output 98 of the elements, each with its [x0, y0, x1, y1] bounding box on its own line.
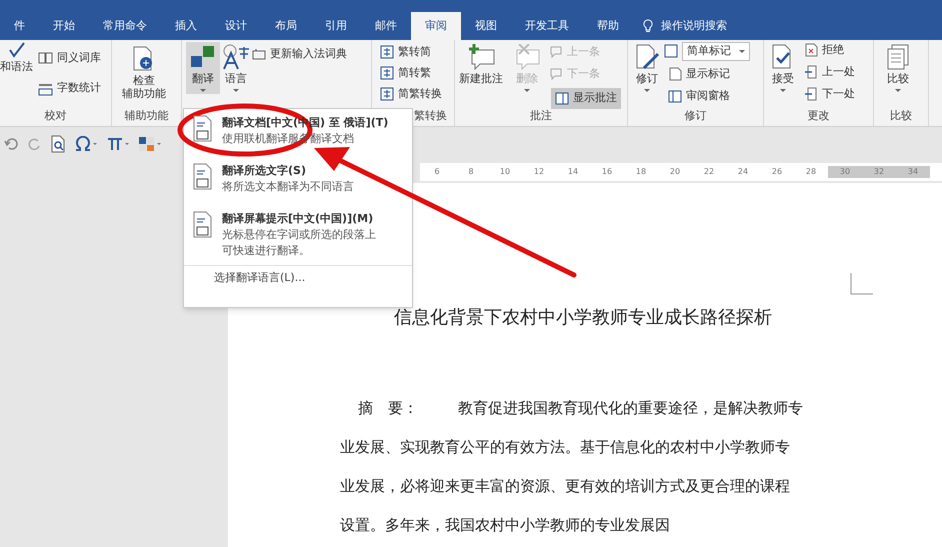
show-markup-button[interactable]: 显示标记 — [664, 66, 734, 82]
menu-item-title: 翻译所选文字(S) — [222, 163, 307, 179]
conversion-button[interactable]: 繁转简 — [376, 44, 435, 60]
conversion-icon[interactable] — [380, 66, 394, 80]
comments-pane-icon[interactable] — [555, 92, 569, 105]
ruler-number: 18 — [634, 166, 648, 178]
new-comment-icon[interactable] — [466, 44, 496, 70]
group-label: 比较 — [889, 108, 913, 124]
menu-item-title: 翻译屏幕提示[中文(中国)](M) — [222, 211, 374, 227]
tell-me-search[interactable]: 操作说明搜索 — [661, 18, 727, 34]
menu-item-description: 将所选文本翻译为不同语言 — [222, 179, 354, 195]
check-accessibility-button[interactable]: 检查 辅助功能 — [122, 46, 166, 100]
conversion-icon[interactable] — [380, 87, 394, 102]
ruler-number: 14 — [566, 166, 580, 178]
ribbon-tab[interactable]: 视图 — [461, 12, 511, 40]
thesaurus-button[interactable]: 同义词库 — [34, 50, 105, 66]
ribbon-tab[interactable]: 常用命令 — [89, 12, 161, 40]
word-count-button[interactable]: 字数统计 — [34, 80, 105, 96]
group-label: 更改 — [806, 108, 830, 124]
ruler-number: 26 — [770, 166, 784, 178]
caret-icon[interactable] — [895, 89, 901, 92]
previous-change-button[interactable]: 上一处 — [800, 64, 859, 80]
conversion-icon[interactable] — [380, 45, 394, 60]
group-label: 校对 — [44, 108, 68, 124]
ruler-number: 24 — [736, 166, 750, 178]
ribbon-tab[interactable]: 设计 — [211, 12, 261, 40]
new-comment-button[interactable]: 新建批注 — [459, 44, 503, 85]
group-label: 批注 — [529, 108, 553, 124]
caret-icon[interactable] — [233, 89, 239, 92]
pi-icon[interactable] — [106, 136, 130, 152]
accept-button[interactable]: 接受 — [770, 44, 796, 92]
reviewing-pane-button[interactable]: 审阅窗格 — [664, 88, 734, 104]
translate-icon[interactable] — [190, 44, 216, 70]
ruler-number: 16 — [600, 166, 614, 178]
translate-document-icon[interactable] — [192, 211, 214, 239]
corner-mark-icon — [850, 273, 874, 295]
previous-change-icon[interactable] — [804, 65, 818, 80]
choose-translation-language[interactable]: 选择翻译语言(L)... — [184, 265, 412, 290]
check-icon[interactable] — [8, 42, 26, 58]
group-label: 辅助功能 — [124, 108, 170, 124]
reject-button[interactable]: 拒绝 — [800, 42, 848, 58]
ruler-number: 32 — [862, 166, 896, 178]
ruler-number: 28 — [804, 166, 818, 178]
ruler-number: 20 — [668, 166, 682, 178]
track-changes-icon[interactable] — [634, 44, 660, 70]
ribbon-tab[interactable]: 件 — [0, 12, 39, 40]
spelling-grammar-button[interactable]: 和语法 — [0, 42, 33, 73]
ruler-number: 34 — [896, 166, 930, 178]
translate-document-icon[interactable] — [192, 115, 214, 143]
lightbulb-icon[interactable] — [643, 19, 653, 33]
book-icon[interactable] — [38, 51, 53, 66]
translate-button[interactable]: 翻译 — [186, 42, 220, 94]
ribbon-tab[interactable]: 邮件 — [361, 12, 411, 40]
reject-icon[interactable] — [804, 43, 818, 58]
print-preview-icon[interactable] — [50, 134, 66, 152]
next-change-button[interactable]: 下一处 — [800, 86, 859, 102]
ribbon-tab[interactable]: 插入 — [161, 12, 211, 40]
caret-icon[interactable] — [780, 89, 786, 92]
caret-icon[interactable] — [644, 89, 650, 92]
language-button[interactable]: 语言 — [222, 44, 250, 92]
translate-menu-item[interactable]: 翻译所选文字(S) 将所选文本翻译为不同语言 — [184, 157, 412, 205]
next-change-icon[interactable] — [804, 87, 818, 102]
markup-dropdown[interactable]: 简单标记 — [682, 42, 750, 60]
abstract-paragraph: 摘 要： 教育促进我国教育现代化的重要途径，是解决教师专 业发展、实现教育公平的有效方法。基于信息化的农村中小学教师专 业发展，必将迎来更丰富的资源、更有效的培训方式及更合理的课程 设置。多年来，我国农村中小学教师的专业发展因 — [340, 398, 804, 536]
compare-icon[interactable] — [886, 44, 910, 70]
ribbon-tab[interactable]: 帮助 — [583, 12, 633, 40]
group-label: 修订 — [684, 108, 708, 124]
caret-icon[interactable] — [200, 89, 206, 92]
markup-icon[interactable] — [664, 44, 678, 58]
show-comments-button[interactable]: 显示批注 — [551, 88, 621, 108]
ruler-number: 22 — [702, 166, 716, 178]
document-icon[interactable] — [668, 67, 682, 82]
ruler-number: 6 — [433, 166, 441, 178]
ruler-number: 8 — [467, 166, 475, 178]
ribbon-tab[interactable]: 开始 — [39, 12, 89, 40]
update-ime-dictionary-button[interactable]: 更新输入法词典 — [248, 46, 351, 62]
ribbon-tab[interactable]: 引用 — [311, 12, 361, 40]
ribbon-tab[interactable]: 审阅 — [411, 12, 461, 40]
color-swatch-icon[interactable] — [138, 136, 162, 152]
undo-icon[interactable] — [4, 136, 20, 150]
translate-document-icon[interactable] — [192, 163, 214, 191]
conversion-button[interactable]: 简转繁 — [376, 65, 435, 82]
ribbon-tab[interactable]: 布局 — [261, 12, 311, 40]
document-title: 信息化背景下农村中小学教师专业成长路径探析 — [394, 306, 772, 330]
dictionary-icon[interactable] — [252, 48, 266, 60]
compare-button[interactable]: 比较 — [886, 44, 910, 92]
track-changes-button[interactable]: 修订 — [634, 44, 660, 92]
ruler-number: 12 — [532, 166, 546, 178]
menu-item-description: 光标悬停在字词或所选的段落上可快速进行翻译。 — [222, 227, 377, 259]
caret-icon[interactable] — [739, 50, 745, 53]
group-label: 繁转换 — [414, 108, 447, 124]
ribbon-tab[interactable]: 开发工具 — [511, 12, 583, 40]
language-icon[interactable] — [222, 44, 250, 70]
ruler-number: 30 — [828, 166, 862, 178]
conversion-button[interactable]: 简繁转换 — [376, 86, 446, 102]
reviewing-pane-icon[interactable] — [668, 90, 682, 103]
ruler-number: 10 — [498, 166, 512, 178]
omega-icon[interactable] — [74, 136, 98, 152]
